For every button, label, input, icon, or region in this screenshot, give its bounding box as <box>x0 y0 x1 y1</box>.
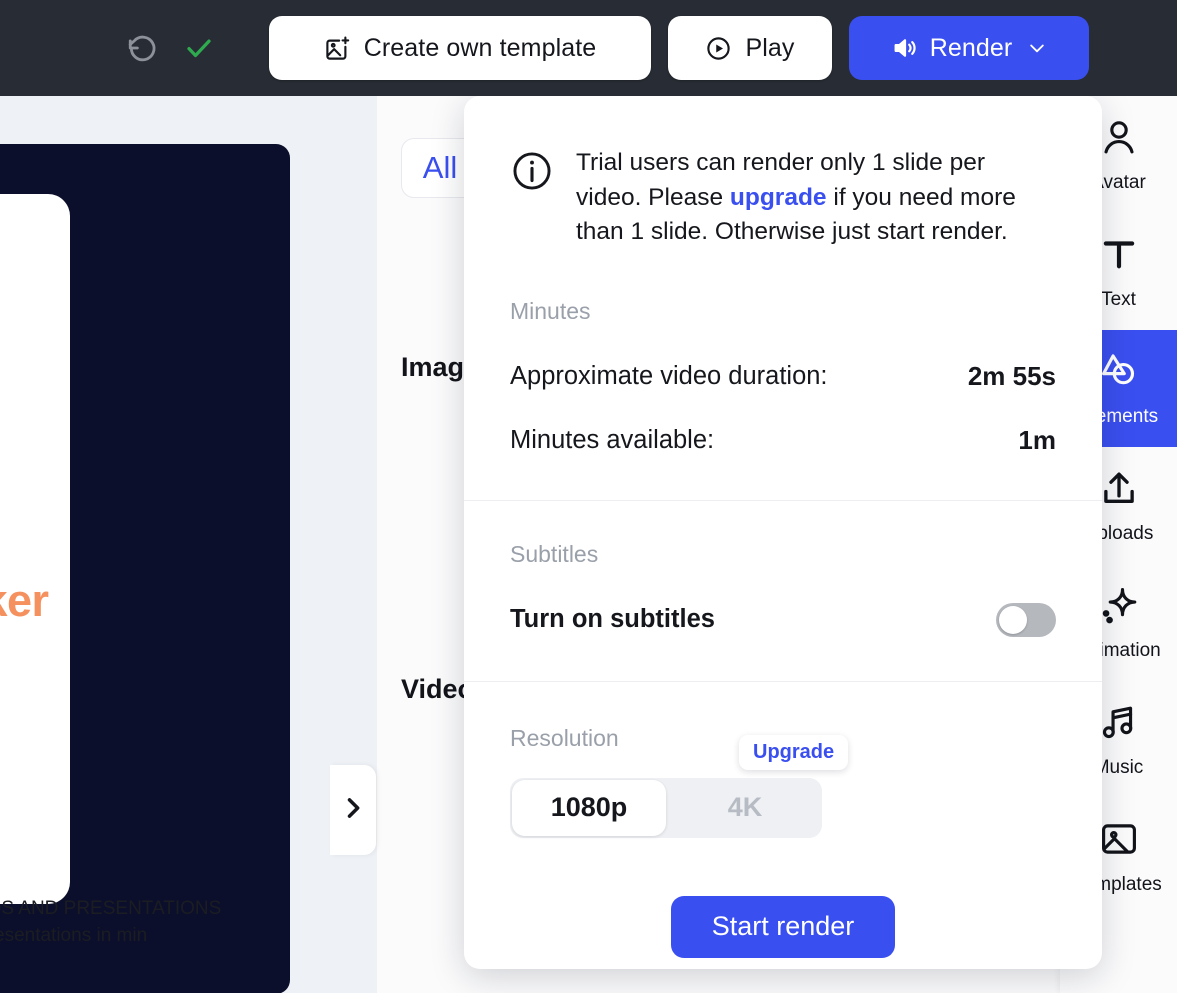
resolution-option-1080p[interactable]: 1080p <box>512 779 666 836</box>
minutes-available-label: Minutes available: <box>510 425 715 454</box>
text-t-icon <box>1098 233 1140 280</box>
resolution-control: 1080p 4K Upgrade <box>464 734 1102 838</box>
render-label: Render <box>929 33 1013 62</box>
resolution-option-label: 4K <box>727 792 763 822</box>
upgrade-link[interactable]: upgrade <box>730 184 827 211</box>
slide-canvas-area: n Maker rong h1 n in ED nVIDEOS AND PRES… <box>0 96 377 993</box>
create-own-template-label: Create own template <box>363 33 597 62</box>
app-root: Create own template Play Render er S AND… <box>0 0 1177 993</box>
play-circle-icon <box>705 35 732 62</box>
minutes-available-value: 1m <box>1018 424 1056 455</box>
slide-preview[interactable] <box>0 144 290 993</box>
duration-label: Approximate video duration: <box>510 361 828 390</box>
slide-inner-card <box>0 194 70 904</box>
resolution-option-4k[interactable]: 4K <box>668 778 822 838</box>
play-label: Play <box>745 33 795 62</box>
minutes-section-label: Minutes <box>510 297 591 324</box>
trial-notice-text: Trial users can render only 1 slide per … <box>576 146 1056 250</box>
divider <box>464 499 1102 501</box>
music-note-icon <box>1098 701 1140 748</box>
slide-subtext-line-3: leos and presentations in min <box>0 925 148 946</box>
toggle-knob <box>999 605 1027 634</box>
duration-row: Approximate video duration: 2m 55s <box>464 361 1102 392</box>
upload-icon <box>1098 467 1140 514</box>
resolution-segmented-control: 1080p 4K <box>510 777 822 838</box>
info-circle-icon <box>510 149 554 250</box>
trial-notice: Trial users can render only 1 slide per … <box>464 96 1102 250</box>
divider <box>464 680 1102 682</box>
slide-subtext-line-2: ED nVIDEOS AND PRESENTATIONS <box>0 898 222 919</box>
subtitles-toggle[interactable] <box>996 602 1056 637</box>
chevron-down-icon[interactable] <box>1027 38 1047 58</box>
create-own-template-button[interactable]: Create own template <box>269 16 651 80</box>
image-icon <box>1098 818 1140 865</box>
subtitles-row: Turn on subtitles <box>464 602 1102 637</box>
history-controls <box>126 31 214 65</box>
subtitles-section-label: Subtitles <box>510 540 599 567</box>
slide-subtext: rong h1 n in ED nVIDEOS AND PRESENTATION… <box>0 868 221 949</box>
top-toolbar: Create own template Play Render <box>0 0 1177 96</box>
start-render-button[interactable]: Start render <box>671 895 895 958</box>
speaker-icon <box>891 34 919 62</box>
cursor-elements-icon <box>1098 350 1140 397</box>
tab-all-label: All <box>422 150 458 185</box>
subtitles-toggle-label: Turn on subtitles <box>510 605 715 633</box>
panel-collapse-button[interactable] <box>330 765 376 855</box>
undo-icon[interactable] <box>126 31 160 65</box>
minutes-available-row: Minutes available: 1m <box>464 425 1102 456</box>
slide-title: n Maker <box>0 575 49 626</box>
start-render-row: Start render <box>464 895 1102 958</box>
upgrade-badge[interactable]: Upgrade <box>739 734 849 770</box>
sparkle-icon <box>1098 584 1140 631</box>
duration-value: 2m 55s <box>967 360 1056 391</box>
render-settings-modal: Trial users can render only 1 slide per … <box>464 96 1102 969</box>
render-button[interactable]: Render <box>849 16 1089 80</box>
check-icon <box>184 33 214 63</box>
person-icon <box>1098 116 1140 163</box>
toolbar-actions: Create own template Play Render <box>269 16 1089 80</box>
slide-subtext-line-1: rong h1 n in <box>0 868 221 895</box>
chevron-right-icon <box>339 794 367 827</box>
image-plus-icon <box>324 35 351 62</box>
play-button[interactable]: Play <box>668 16 832 80</box>
sidebar-item-label: Text <box>1101 288 1136 310</box>
resolution-option-label: 1080p <box>550 792 628 822</box>
